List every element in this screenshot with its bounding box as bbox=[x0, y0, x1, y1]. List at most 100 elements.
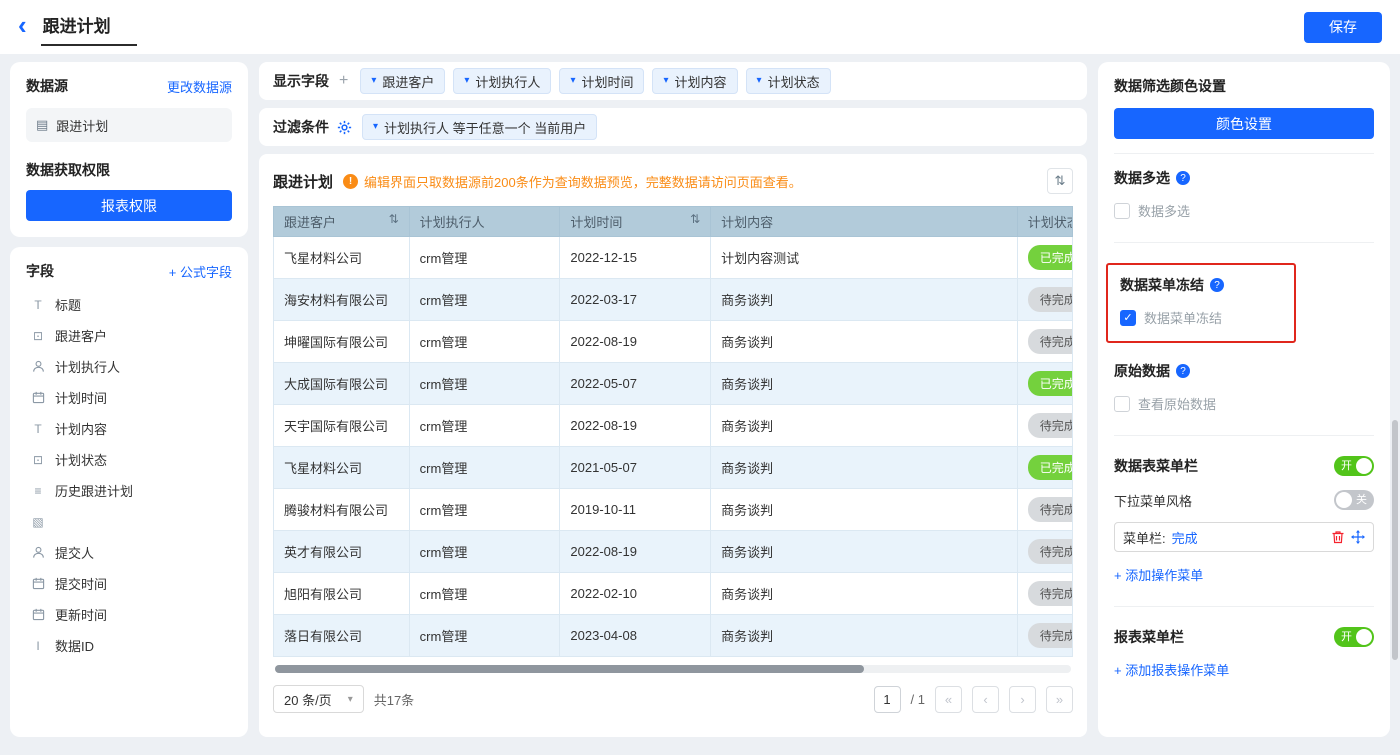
add-formula-field-link[interactable]: + 公式字段 bbox=[169, 262, 232, 281]
cell-executor: crm管理 bbox=[409, 237, 560, 279]
display-field-chip-executor[interactable]: ▾ 计划执行人 bbox=[453, 68, 551, 94]
next-page-button[interactable]: › bbox=[1009, 686, 1036, 713]
table-row: 飞星材料公司 crm管理 2022-12-15 计划内容测试 已完成 bbox=[274, 237, 1073, 279]
table-row: 落日有限公司 crm管理 2023-04-08 商务谈判 待完成 bbox=[274, 615, 1073, 657]
add-report-action-menu-link[interactable]: + 添加报表操作菜单 bbox=[1114, 660, 1229, 679]
page-size-select[interactable]: 20 条/页 ▾ bbox=[273, 685, 364, 713]
cell-time: 2021-05-07 bbox=[560, 447, 711, 489]
move-icon[interactable] bbox=[1351, 530, 1365, 544]
gear-icon[interactable] bbox=[337, 120, 352, 135]
prev-page-button[interactable]: ‹ bbox=[972, 686, 999, 713]
report-menubar-toggle[interactable]: 开 bbox=[1334, 627, 1374, 647]
cell-status: 待完成 bbox=[1017, 489, 1072, 531]
cell-executor: crm管理 bbox=[409, 321, 560, 363]
table-menubar-toggle[interactable]: 开 bbox=[1334, 456, 1374, 476]
cell-executor: crm管理 bbox=[409, 489, 560, 531]
column-sort-icon[interactable]: ⇅ bbox=[389, 212, 399, 226]
column-header-customer[interactable]: 跟进客户⇅ bbox=[274, 207, 410, 237]
multi-select-checkbox-label: 数据多选 bbox=[1138, 201, 1190, 220]
field-label: 计划状态 bbox=[55, 450, 107, 469]
status-badge: 待完成 bbox=[1028, 581, 1073, 606]
field-label: 标题 bbox=[55, 295, 81, 314]
field-item-submitter[interactable]: 提交人 bbox=[26, 537, 232, 568]
field-item-customer[interactable]: ⊡ 跟进客户 bbox=[26, 320, 232, 351]
page-number-input[interactable]: 1 bbox=[874, 686, 901, 713]
table-row: 坤曜国际有限公司 crm管理 2022-08-19 商务谈判 待完成 bbox=[274, 321, 1073, 363]
help-icon[interactable]: ? bbox=[1176, 171, 1190, 185]
column-header-executor: 计划执行人 bbox=[409, 207, 560, 237]
field-item-plan-status[interactable]: ⊡ 计划状态 bbox=[26, 444, 232, 475]
cell-time: 2022-05-07 bbox=[560, 363, 711, 405]
field-item-submit-time[interactable]: 提交时间 bbox=[26, 568, 232, 599]
page-title: 跟进计划 bbox=[43, 17, 111, 36]
chevron-down-icon: ▾ bbox=[570, 76, 575, 86]
display-field-chip-customer[interactable]: ▾ 跟进客户 bbox=[360, 68, 445, 94]
first-page-button[interactable]: « bbox=[935, 686, 962, 713]
cell-customer: 海安材料有限公司 bbox=[274, 279, 410, 321]
cell-content: 商务谈判 bbox=[711, 321, 1018, 363]
cell-time: 2022-08-19 bbox=[560, 405, 711, 447]
table-header-row: 跟进客户⇅ 计划执行人 计划时间⇅ 计划内容 计划状态 bbox=[274, 207, 1073, 237]
color-settings-button[interactable]: 颜色设置 bbox=[1114, 108, 1374, 139]
back-icon[interactable]: ‹ bbox=[18, 12, 27, 38]
info-icon: ! bbox=[343, 174, 358, 189]
view-raw-data-checkbox-label: 查看原始数据 bbox=[1138, 394, 1216, 413]
column-header-time[interactable]: 计划时间⇅ bbox=[560, 207, 711, 237]
chip-label: 计划内容 bbox=[675, 72, 727, 91]
scrollbar-thumb[interactable] bbox=[275, 665, 864, 673]
cell-executor: crm管理 bbox=[409, 573, 560, 615]
chip-label: 计划状态 bbox=[768, 72, 820, 91]
add-display-field-button[interactable]: + bbox=[339, 72, 348, 90]
trash-icon[interactable] bbox=[1331, 530, 1345, 544]
help-icon[interactable]: ? bbox=[1176, 364, 1190, 378]
help-icon[interactable]: ? bbox=[1210, 278, 1224, 292]
report-menubar-title: 报表菜单栏 bbox=[1114, 627, 1184, 647]
chip-label: 计划时间 bbox=[581, 72, 633, 91]
change-datasource-link[interactable]: 更改数据源 bbox=[167, 77, 232, 96]
vertical-scrollbar[interactable] bbox=[1392, 420, 1398, 660]
report-permission-button[interactable]: 报表权限 bbox=[26, 190, 232, 221]
field-item-title[interactable]: T 标题 bbox=[26, 289, 232, 320]
field-item-plan-content[interactable]: T 计划内容 bbox=[26, 413, 232, 444]
cell-content: 商务谈判 bbox=[711, 405, 1018, 447]
add-action-menu-link[interactable]: + 添加操作菜单 bbox=[1114, 565, 1203, 584]
multi-select-checkbox[interactable] bbox=[1114, 203, 1130, 219]
filter-bar: 过滤条件 ▾ 计划执行人 等于任意一个 当前用户 bbox=[259, 108, 1087, 146]
field-item-image[interactable]: ▧ bbox=[26, 506, 232, 537]
save-button[interactable]: 保存 bbox=[1304, 12, 1382, 43]
display-field-chip-status[interactable]: ▾ 计划状态 bbox=[746, 68, 831, 94]
status-badge: 已完成 bbox=[1028, 371, 1073, 396]
dropdown-style-toggle[interactable]: 关 bbox=[1334, 490, 1374, 510]
cell-time: 2022-03-17 bbox=[560, 279, 711, 321]
page-title-wrap[interactable]: 跟进计划 bbox=[41, 8, 137, 46]
display-field-chip-content[interactable]: ▾ 计划内容 bbox=[652, 68, 737, 94]
filter-condition-chip[interactable]: ▾ 计划执行人 等于任意一个 当前用户 bbox=[362, 114, 597, 140]
table-row: 海安材料有限公司 crm管理 2022-03-17 商务谈判 待完成 bbox=[274, 279, 1073, 321]
sort-settings-button[interactable]: ⇅ bbox=[1047, 168, 1073, 194]
horizontal-scrollbar[interactable] bbox=[275, 665, 1071, 673]
datasource-item-label: 跟进计划 bbox=[56, 116, 108, 135]
divider bbox=[1114, 242, 1374, 243]
field-label: 数据ID bbox=[55, 636, 94, 655]
datasource-item[interactable]: ▤ 跟进计划 bbox=[26, 108, 232, 142]
view-raw-data-checkbox[interactable] bbox=[1114, 396, 1130, 412]
last-page-button[interactable]: » bbox=[1046, 686, 1073, 713]
menu-item-input[interactable]: 菜单栏: 完成 bbox=[1114, 522, 1374, 552]
field-item-update-time[interactable]: 更新时间 bbox=[26, 599, 232, 630]
display-field-chip-time[interactable]: ▾ 计划时间 bbox=[559, 68, 644, 94]
column-sort-icon[interactable]: ⇅ bbox=[690, 212, 700, 226]
cell-customer: 飞星材料公司 bbox=[274, 237, 410, 279]
cell-status: 待完成 bbox=[1017, 531, 1072, 573]
cell-customer: 大成国际有限公司 bbox=[274, 363, 410, 405]
menu-item-value: 完成 bbox=[1172, 528, 1325, 547]
status-badge: 待完成 bbox=[1028, 497, 1073, 522]
menu-freeze-checkbox[interactable]: ✓ bbox=[1120, 310, 1136, 326]
field-item-executor[interactable]: 计划执行人 bbox=[26, 351, 232, 382]
field-item-history[interactable]: ≡ 历史跟进计划 bbox=[26, 475, 232, 506]
column-header-content: 计划内容 bbox=[711, 207, 1018, 237]
field-label: 提交时间 bbox=[55, 574, 107, 593]
toggle-knob bbox=[1356, 629, 1372, 645]
calendar-icon bbox=[30, 608, 46, 621]
field-item-plan-time[interactable]: 计划时间 bbox=[26, 382, 232, 413]
field-item-data-id[interactable]: I 数据ID bbox=[26, 630, 232, 661]
